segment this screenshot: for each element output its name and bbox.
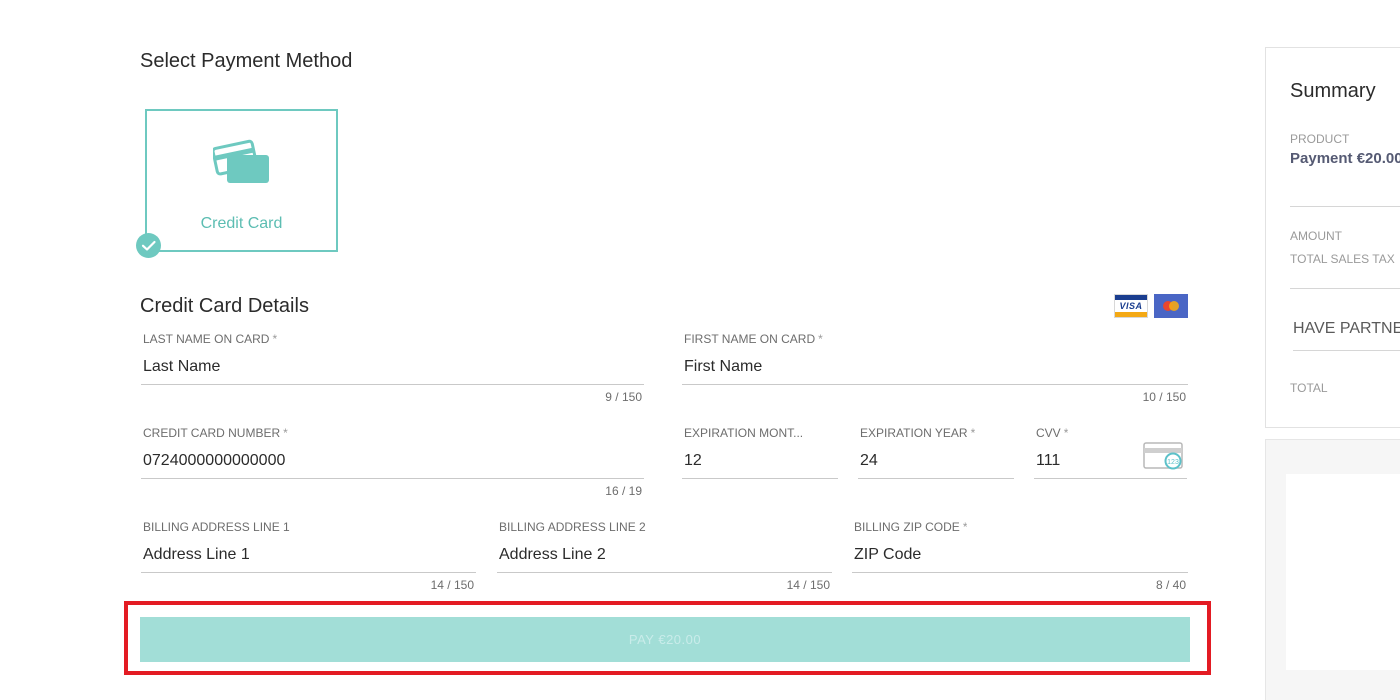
card-details-title: Credit Card Details [140, 295, 309, 317]
payment-option-credit-card[interactable]: Credit Card [145, 109, 338, 252]
expiration-month-label: EXPIRATION MONT... [684, 426, 804, 440]
total-label: TOTAL [1290, 381, 1328, 395]
cvv-field: CVV * 111 123 [1034, 426, 1187, 486]
first-name-label: FIRST NAME ON CARD * [684, 332, 823, 346]
amount-label: AMOUNT [1290, 229, 1342, 243]
billing-address-2-field: BILLING ADDRESS LINE 2 Address Line 2 14… [497, 520, 832, 595]
last-name-counter: 9 / 150 [605, 390, 642, 404]
product-value: Payment €20.00 [1290, 150, 1400, 167]
first-name-counter: 10 / 150 [1142, 390, 1186, 404]
first-name-underline [682, 384, 1188, 385]
billing-address-2-counter: 14 / 150 [786, 578, 830, 592]
billing-address-1-label: BILLING ADDRESS LINE 1 [143, 520, 290, 534]
credit-card-option-label: Credit Card [200, 215, 283, 232]
cvv-card-icon: 123 [1143, 442, 1183, 470]
expiration-year-field: EXPIRATION YEAR * 24 [858, 426, 1014, 486]
billing-address-1-field: BILLING ADDRESS LINE 1 Address Line 1 14… [141, 520, 476, 595]
visa-logo-text: VISA [1119, 301, 1143, 311]
card-number-underline [141, 478, 644, 479]
last-name-input[interactable]: Last Name [143, 358, 642, 376]
total-sales-tax-label: TOTAL SALES TAX [1290, 252, 1395, 266]
select-payment-title: Select Payment Method [140, 50, 353, 72]
visa-logo-icon: VISA [1114, 294, 1148, 318]
billing-address-1-underline [141, 572, 476, 573]
expiration-year-underline [858, 478, 1014, 479]
pay-button[interactable]: PAY €20.00 [140, 617, 1190, 662]
billing-zip-field: BILLING ZIP CODE * ZIP Code 8 / 40 [852, 520, 1188, 595]
credit-card-icon [213, 139, 269, 183]
cvv-underline [1034, 478, 1187, 479]
billing-zip-underline [852, 572, 1188, 573]
last-name-field: LAST NAME ON CARD * Last Name 9 / 150 [141, 332, 644, 407]
expiration-month-underline [682, 478, 838, 479]
billing-address-1-input[interactable]: Address Line 1 [143, 546, 474, 564]
billing-address-2-label: BILLING ADDRESS LINE 2 [499, 520, 646, 534]
cvv-input[interactable]: 111 [1036, 452, 1136, 470]
billing-address-2-input[interactable]: Address Line 2 [499, 546, 830, 564]
first-name-input[interactable]: First Name [684, 358, 1186, 376]
summary-divider-3 [1293, 350, 1400, 351]
secondary-side-panel [1265, 439, 1400, 700]
expiration-month-input[interactable]: 12 [684, 452, 836, 470]
have-partner-toggle[interactable]: HAVE PARTNER [1293, 320, 1400, 338]
billing-address-2-underline [497, 572, 832, 573]
billing-address-1-counter: 14 / 150 [430, 578, 474, 592]
summary-divider-2 [1290, 288, 1400, 289]
expiration-year-label: EXPIRATION YEAR * [860, 426, 976, 440]
summary-panel: Summary PRODUCT Payment €20.00 AMOUNT TO… [1265, 47, 1400, 428]
product-label: PRODUCT [1290, 132, 1350, 146]
summary-title: Summary [1290, 80, 1376, 102]
last-name-label: LAST NAME ON CARD * [143, 332, 278, 346]
selected-check-icon [136, 233, 161, 258]
mastercard-logo-icon [1154, 294, 1188, 318]
card-number-label: CREDIT CARD NUMBER * [143, 426, 288, 440]
expiration-year-input[interactable]: 24 [860, 452, 1012, 470]
billing-zip-label: BILLING ZIP CODE * [854, 520, 968, 534]
card-number-input[interactable]: 0724000000000000 [143, 452, 642, 470]
expiration-month-field: EXPIRATION MONT... 12 [682, 426, 838, 486]
billing-zip-input[interactable]: ZIP Code [854, 546, 1186, 564]
secondary-panel-content [1286, 474, 1400, 670]
card-number-field: CREDIT CARD NUMBER * 0724000000000000 16 … [141, 426, 644, 501]
last-name-underline [141, 384, 644, 385]
cvv-label: CVV * [1036, 426, 1069, 440]
checkout-page: Select Payment Method Credit Card Credit… [0, 0, 1400, 700]
first-name-field: FIRST NAME ON CARD * First Name 10 / 150 [682, 332, 1188, 407]
billing-zip-counter: 8 / 40 [1155, 578, 1186, 592]
svg-text:123: 123 [1167, 459, 1179, 466]
summary-divider-1 [1290, 206, 1400, 207]
card-number-counter: 16 / 19 [605, 484, 642, 498]
